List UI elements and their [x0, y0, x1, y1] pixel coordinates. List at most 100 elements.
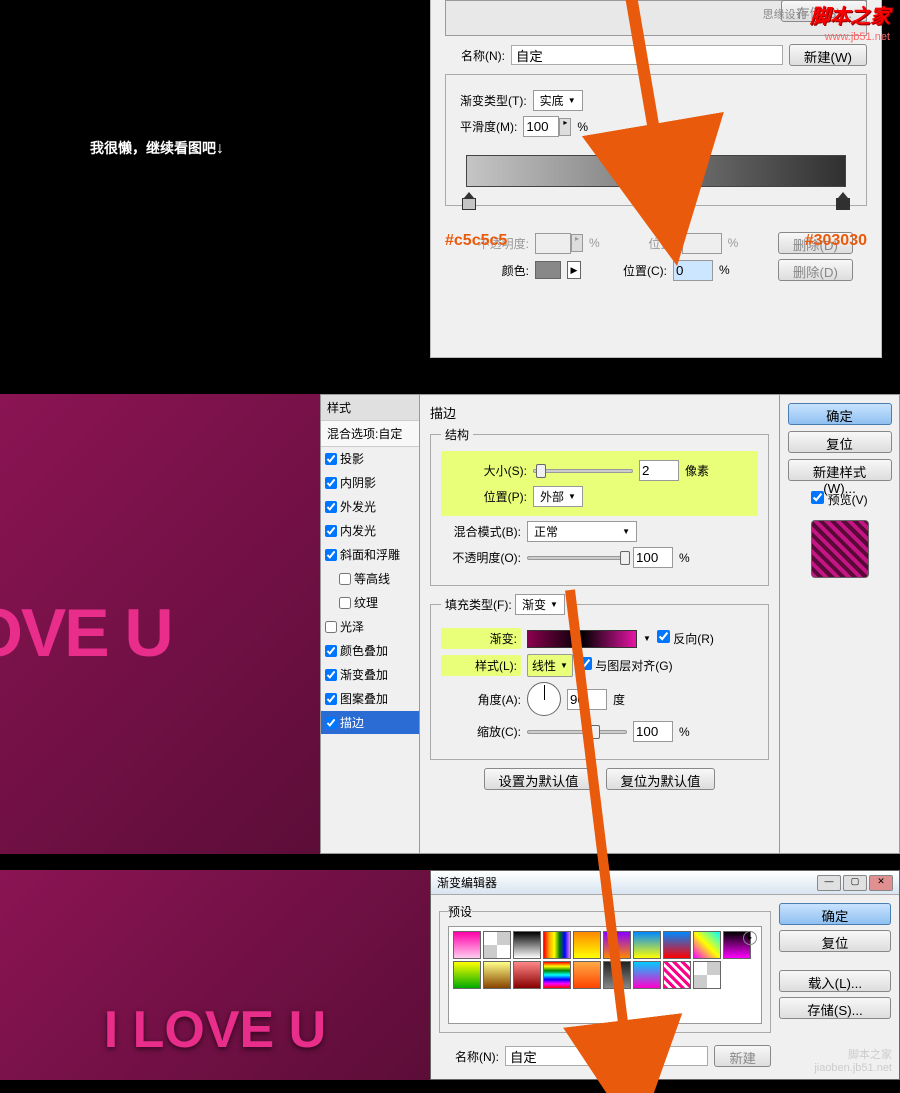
position-label: 位置: — [626, 235, 676, 252]
blend-mode-dropdown[interactable]: 正常▼ — [527, 521, 637, 542]
style-item-图案叠加[interactable]: 图案叠加 — [321, 687, 419, 711]
section-title: 描边 — [430, 403, 769, 422]
reset-default-button[interactable]: 复位为默认值 — [606, 768, 716, 790]
style-item-颜色叠加[interactable]: 颜色叠加 — [321, 639, 419, 663]
reverse-checkbox[interactable]: 反向(R) — [657, 630, 714, 647]
hex-left-annotation: #c5c5c5 — [445, 232, 507, 250]
color-stop-right[interactable] — [836, 192, 850, 210]
smoothness-input[interactable]: ▸ — [523, 116, 571, 137]
opacity-input: ▸ — [535, 233, 583, 254]
new-style-button[interactable]: 新建样式(W)... — [788, 459, 892, 481]
angle-label: 角度(A): — [441, 691, 521, 708]
presets-menu-icon[interactable]: ▸ — [743, 931, 757, 945]
scale-input[interactable] — [633, 721, 673, 742]
fill-type-dropdown[interactable]: 渐变▼ — [515, 594, 565, 615]
gradient-swatch-5[interactable] — [603, 931, 631, 959]
style-thumbnail — [811, 520, 869, 578]
angle-input[interactable] — [567, 689, 607, 710]
style-item-内发光[interactable]: 内发光 — [321, 519, 419, 543]
position-label: 位置(P): — [447, 488, 527, 505]
gradient-swatch-1[interactable] — [483, 931, 511, 959]
gradient-swatch[interactable] — [527, 630, 637, 648]
effect-preview-left: OVE U — [0, 394, 320, 854]
gradient-swatch-14[interactable] — [573, 961, 601, 989]
gradient-bar[interactable] — [466, 155, 846, 187]
gradient-swatch-4[interactable] — [573, 931, 601, 959]
style-item-内阴影[interactable]: 内阴影 — [321, 471, 419, 495]
gradient-swatch-8[interactable] — [693, 931, 721, 959]
gradient-swatch-2[interactable] — [513, 931, 541, 959]
window-titlebar[interactable]: 渐变编辑器 — ▢ ✕ — [431, 871, 899, 895]
midpoint-diamond[interactable] — [650, 184, 661, 195]
style-item-等高线[interactable]: 等高线 — [321, 567, 419, 591]
gradient-swatch-13[interactable] — [543, 961, 571, 989]
gradient-swatch-12[interactable] — [513, 961, 541, 989]
save-button-ge[interactable]: 存储(S)... — [779, 997, 891, 1019]
angle-dial[interactable] — [527, 682, 561, 716]
new-button-bottom[interactable]: 新建 — [714, 1045, 771, 1067]
watermark-red: 脚本之家 — [810, 6, 890, 28]
align-checkbox[interactable]: 与图层对齐(G) — [579, 657, 673, 674]
styles-header[interactable]: 样式 — [321, 395, 419, 421]
style-item-描边[interactable]: 描边 — [321, 711, 419, 735]
blend-mode-label: 混合模式(B): — [441, 523, 521, 540]
opacity-input[interactable] — [633, 547, 673, 568]
watermark-url: www.jb51.net — [825, 31, 890, 43]
gradient-swatch-0[interactable] — [453, 931, 481, 959]
delete-button-2[interactable]: 删除(D) — [778, 259, 853, 281]
color-swatch[interactable] — [535, 261, 561, 279]
cancel-button[interactable]: 复位 — [788, 431, 892, 453]
blend-options-row[interactable]: 混合选项:自定 — [321, 421, 419, 447]
gradient-swatch-6[interactable] — [633, 931, 661, 959]
size-input[interactable] — [639, 460, 679, 481]
style-item-纹理[interactable]: 纹理 — [321, 591, 419, 615]
watermark-gray: 思缘设计 — [763, 6, 807, 22]
gradient-swatch-18[interactable] — [693, 961, 721, 989]
gradient-swatch-3[interactable] — [543, 931, 571, 959]
minimize-icon[interactable]: — — [817, 875, 841, 891]
preview-text: OVE U — [0, 594, 172, 672]
grad-type-dropdown[interactable]: 实底▼ — [533, 90, 583, 111]
gradient-swatch-7[interactable] — [663, 931, 691, 959]
opacity-slider[interactable] — [527, 556, 627, 560]
position2-input[interactable] — [673, 260, 713, 281]
gradient-swatch-15[interactable] — [603, 961, 631, 989]
set-default-button[interactable]: 设置为默认值 — [484, 768, 594, 790]
effect-preview-bottom: I LOVE U — [0, 870, 430, 1080]
gradient-label: 渐变: — [441, 628, 521, 649]
new-button[interactable]: 新建(W) — [789, 44, 867, 66]
name-label: 名称(N): — [445, 47, 505, 64]
style-item-外发光[interactable]: 外发光 — [321, 495, 419, 519]
gradient-swatch-16[interactable] — [633, 961, 661, 989]
tutorial-caption: 我很懒，继续看图吧↓ — [90, 138, 224, 158]
gradient-swatch-11[interactable] — [483, 961, 511, 989]
styles-list: 样式 混合选项:自定 投影内阴影外发光内发光斜面和浮雕等高线纹理光泽颜色叠加渐变… — [320, 394, 420, 854]
style-item-光泽[interactable]: 光泽 — [321, 615, 419, 639]
gradient-swatch-17[interactable] — [663, 961, 691, 989]
cancel-button-ge[interactable]: 复位 — [779, 930, 891, 952]
position-dropdown[interactable]: 外部▼ — [533, 486, 583, 507]
style-item-斜面和浮雕[interactable]: 斜面和浮雕 — [321, 543, 419, 567]
style-item-渐变叠加[interactable]: 渐变叠加 — [321, 663, 419, 687]
name-input-bottom[interactable] — [505, 1046, 708, 1066]
style-dropdown[interactable]: 线性▼ — [527, 654, 573, 677]
color-stop-left[interactable] — [462, 192, 476, 210]
ok-button-ge[interactable]: 确定 — [779, 903, 891, 925]
load-button[interactable]: 载入(L)... — [779, 970, 891, 992]
grad-type-label: 渐变类型(T): — [460, 92, 527, 109]
size-slider[interactable] — [533, 469, 633, 473]
gradient-editor-panel-top: 存储(S)... 名称(N): 新建(W) 渐变类型(T): 实底▼ 平滑度(M… — [430, 0, 882, 358]
color-label: 颜色: — [459, 262, 529, 279]
maximize-icon[interactable]: ▢ — [843, 875, 867, 891]
scale-slider[interactable] — [527, 730, 627, 734]
ok-button[interactable]: 确定 — [788, 403, 892, 425]
size-label: 大小(S): — [447, 462, 527, 479]
color-picker-arrow[interactable]: ▶ — [567, 261, 581, 279]
close-icon[interactable]: ✕ — [869, 875, 893, 891]
preview-checkbox[interactable]: 预览(V) — [811, 491, 867, 508]
gradient-swatch-10[interactable] — [453, 961, 481, 989]
style-item-投影[interactable]: 投影 — [321, 447, 419, 471]
opacity-label: 不透明度(O): — [441, 549, 521, 566]
layer-style-panel: OVE U 样式 混合选项:自定 投影内阴影外发光内发光斜面和浮雕等高线纹理光泽… — [0, 394, 900, 854]
name-input[interactable] — [511, 45, 783, 65]
